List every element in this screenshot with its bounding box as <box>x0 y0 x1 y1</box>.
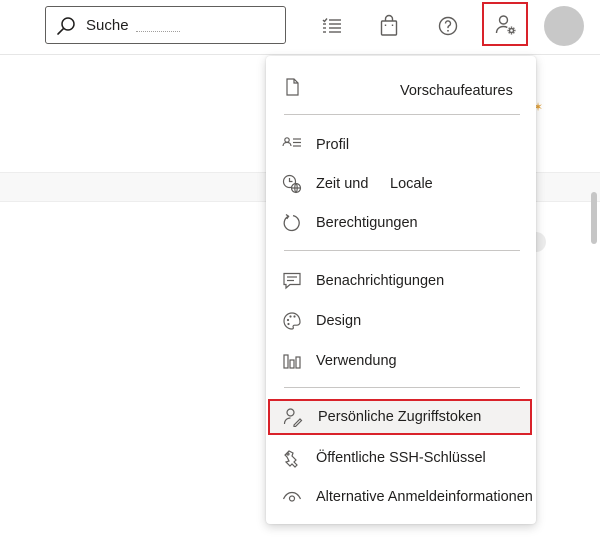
menu-item-label: Vorschaufeatures <box>400 83 513 99</box>
time-locale-icon <box>282 174 302 194</box>
ssh-key-icon <box>282 448 302 468</box>
menu-item-label: Verwendung <box>316 353 397 369</box>
page-scrollbar[interactable] <box>591 192 597 244</box>
menu-divider <box>284 114 520 115</box>
task-list-icon[interactable] <box>320 14 344 38</box>
menu-item-permissions[interactable]: Berechtigungen <box>266 206 536 242</box>
menu-item-preview-features[interactable]: Vorschaufeatures <box>266 70 536 106</box>
search-box[interactable]: Suche <box>45 6 286 44</box>
menu-item-label: Zeit und <box>316 176 369 192</box>
personal-access-token-icon <box>283 407 303 427</box>
user-settings-button[interactable] <box>482 2 528 46</box>
menu-item-label: Benachrichtigungen <box>316 273 445 289</box>
search-icon <box>56 16 76 36</box>
menu-item-design[interactable]: Design <box>266 304 536 340</box>
alternate-credentials-icon <box>282 487 302 507</box>
help-icon[interactable] <box>436 14 460 38</box>
menu-item-label: Öffentliche SSH-Schlüssel <box>316 450 486 466</box>
menu-divider <box>284 387 520 388</box>
user-settings-icon <box>495 15 516 35</box>
menu-item-label: Berechtigungen <box>316 215 418 231</box>
top-bar: Suche <box>0 0 600 55</box>
palette-icon <box>282 311 302 331</box>
menu-item-label: Profil <box>316 137 350 153</box>
user-settings-menu: Vorschaufeatures Profil Zeit und Locale … <box>266 56 536 524</box>
menu-item-label: Persönliche Zugriffstoken <box>318 409 482 425</box>
menu-item-notifications[interactable]: Benachrichtigungen <box>266 264 536 300</box>
menu-item-time-locale[interactable]: Zeit und Locale <box>266 167 536 203</box>
menu-divider <box>284 250 520 251</box>
menu-item-alternate-credentials[interactable]: Alternative Anmeldeinformationen <box>266 480 536 516</box>
menu-item-ssh-keys[interactable]: Öffentliche SSH-Schlüssel <box>266 441 536 477</box>
menu-item-profile[interactable]: Profil <box>266 128 536 164</box>
avatar[interactable] <box>544 6 584 46</box>
usage-icon <box>282 351 302 371</box>
search-underline <box>136 31 180 32</box>
menu-item-label: Alternative Anmeldeinformationen <box>316 489 533 505</box>
page-icon <box>282 77 302 97</box>
permissions-icon <box>282 213 302 233</box>
menu-item-personal-access-tokens[interactable]: Persönliche Zugriffstoken <box>268 399 532 435</box>
menu-item-label: Design <box>316 313 362 329</box>
notifications-icon <box>282 271 302 291</box>
profile-icon <box>282 135 302 155</box>
search-placeholder: Suche <box>86 17 129 34</box>
menu-item-usage[interactable]: Verwendung <box>266 344 536 380</box>
shopping-bag-icon[interactable] <box>377 14 401 38</box>
menu-item-label-locale: Locale <box>390 176 433 192</box>
